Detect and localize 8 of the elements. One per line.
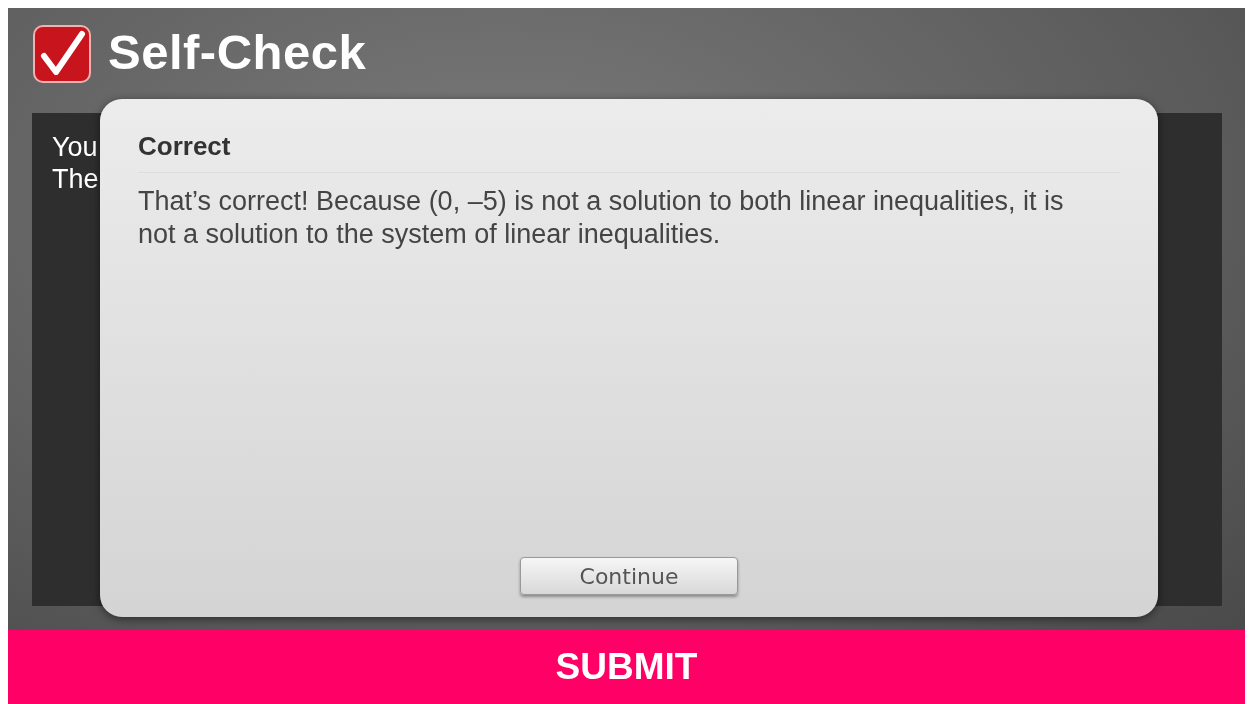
app-title: Self-Check (108, 24, 367, 80)
continue-button[interactable]: Continue (520, 557, 738, 595)
question-text: The (52, 163, 99, 195)
dialog-message: That’s correct! Because (0, –5) is not a solution to both linear inequalities, it is not a solution to the system of linear inequalities. (138, 185, 1065, 251)
submit-button[interactable]: SUBMIT (8, 630, 1245, 704)
dialog-title: Correct (138, 131, 1120, 173)
checkmark-logo-icon (32, 24, 92, 84)
question-text: You (52, 131, 98, 163)
